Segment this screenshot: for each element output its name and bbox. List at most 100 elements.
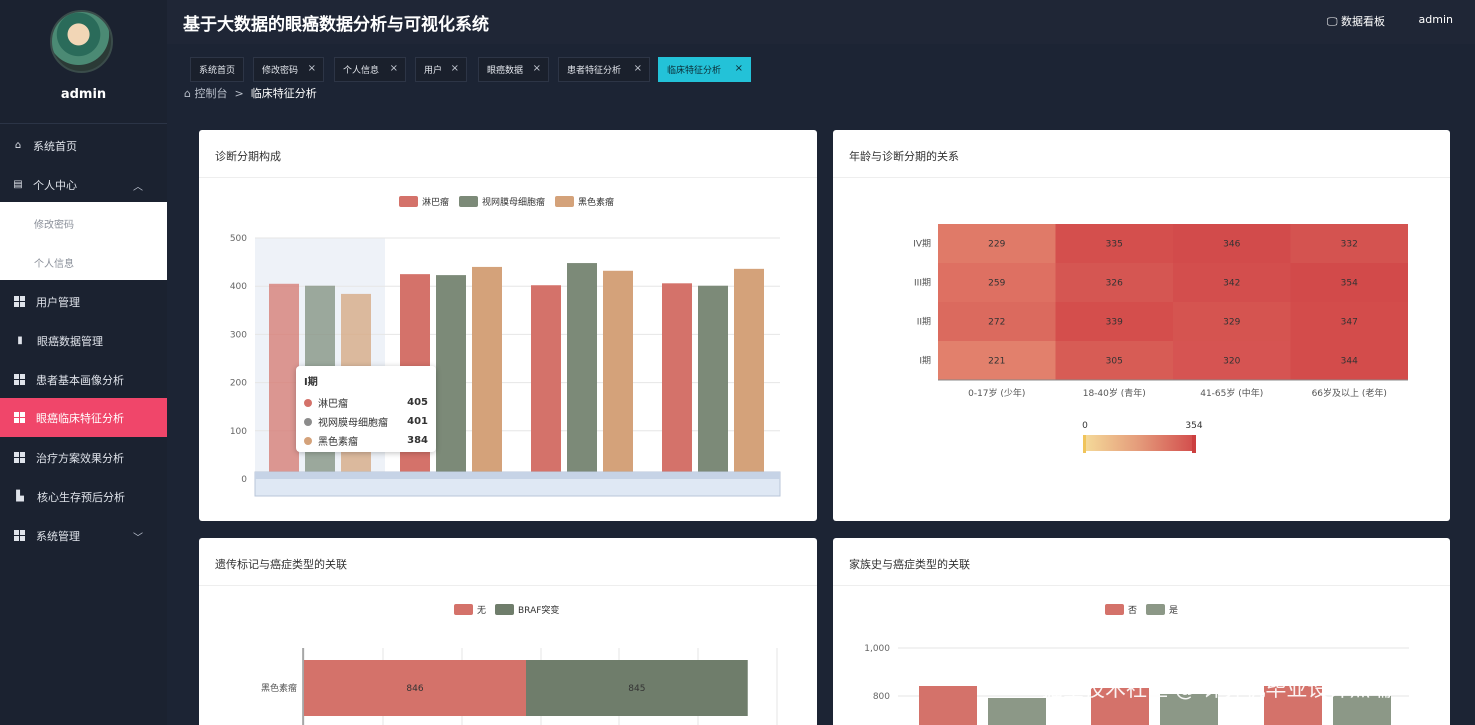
visualmap-bar[interactable] [1083, 435, 1196, 451]
grid-icon [14, 530, 25, 541]
bar[interactable] [988, 698, 1046, 725]
bar[interactable] [698, 285, 728, 479]
cell-value: 344 [1341, 357, 1358, 367]
tooltip-name: 淋巴瘤 [318, 399, 348, 410]
y-tick-label: III期 [914, 278, 931, 289]
submenu-item-info[interactable]: 个人信息 [34, 255, 74, 270]
y-tick-label: 400 [230, 282, 247, 292]
sidebar-item-label: 个人中心 [33, 178, 77, 192]
close-icon[interactable]: × [390, 63, 398, 74]
legend-label[interactable]: 是 [1169, 605, 1178, 616]
tab-info[interactable]: 个人信息 × [334, 57, 406, 82]
y-tick-label: I期 [919, 356, 931, 367]
legend-swatch[interactable] [495, 604, 514, 615]
sidebar-item-profile[interactable]: ▤ 个人中心 ︿ [0, 165, 167, 204]
bar[interactable] [567, 263, 597, 479]
legend-label[interactable]: 淋巴瘤 [422, 196, 449, 208]
sidebar-item-label: 眼癌数据管理 [37, 334, 103, 348]
legend-swatch[interactable] [459, 196, 478, 207]
submenu: 修改密码 个人信息 [0, 202, 167, 280]
tab-patient[interactable]: 患者特征分析 × [558, 57, 650, 82]
stacked-bar-chart: 无 BRAF突变 846 845 黑色素瘤 [261, 604, 778, 725]
tab-users[interactable]: 用户 × [415, 57, 467, 82]
legend-swatch[interactable] [454, 604, 473, 615]
legend-label[interactable]: 否 [1128, 605, 1137, 616]
legend-swatch[interactable] [555, 196, 574, 207]
legend-label[interactable]: BRAF突变 [518, 604, 559, 616]
bar[interactable] [734, 268, 764, 479]
tab-clinical[interactable]: 临床特征分析 × [658, 57, 751, 82]
sidebar-item-label: 眼癌临床特征分析 [36, 411, 124, 425]
legend-label[interactable]: 黑色素瘤 [578, 196, 614, 208]
sidebar-username: admin [60, 87, 107, 102]
close-icon[interactable]: × [735, 63, 743, 74]
legend-swatch[interactable] [399, 196, 418, 207]
bar[interactable] [662, 283, 692, 479]
close-icon[interactable]: × [308, 63, 316, 74]
tab-label: 患者特征分析 [567, 66, 622, 76]
close-icon[interactable]: × [451, 63, 459, 74]
cell-value: 229 [988, 240, 1005, 250]
bar[interactable] [472, 266, 502, 479]
chart-icon: ▮ [17, 334, 23, 346]
user-menu[interactable]: admin [1419, 13, 1453, 26]
home-icon: ⌂ [184, 87, 191, 100]
tab-label: 眼癌数据 [487, 66, 524, 76]
cell-value: 329 [1223, 318, 1240, 328]
y-tick-label: 0 [241, 475, 247, 485]
sidebar-item-survival[interactable]: ▙ 核心生存预后分析 [0, 477, 167, 516]
y-tick-label: 300 [230, 330, 247, 340]
sidebar-item-home[interactable]: ⌂ 系统首页 [0, 126, 167, 165]
cell-value: 326 [1106, 279, 1123, 289]
top-bar: 基于大数据的眼癌数据分析与可视化系统 🖵 数据看板 admin [167, 0, 1475, 44]
sidebar-item-clinical[interactable]: 眼癌临床特征分析 [0, 398, 167, 437]
visualmap-max: 354 [1185, 421, 1202, 431]
close-icon[interactable]: × [634, 63, 642, 74]
sidebar-item-treatment[interactable]: 治疗方案效果分析 [0, 438, 167, 477]
legend-label[interactable]: 视网膜母细胞瘤 [482, 196, 545, 208]
cell-value: 332 [1341, 240, 1358, 250]
tab-eyedata[interactable]: 眼癌数据 × [478, 57, 549, 82]
tab-label: 临床特征分析 [667, 66, 722, 76]
watermark: 掘金技术社区 @ 计算机毕业设计杰瑞 [1042, 677, 1392, 701]
bar[interactable] [531, 285, 561, 479]
x-tick-label: 41-65岁 (中年) [1200, 387, 1263, 399]
sidebar-item-patient[interactable]: 患者基本画像分析 [0, 360, 167, 399]
tab-label: 用户 [424, 66, 443, 76]
tooltip-value: 405 [407, 397, 428, 408]
dashboard-link[interactable]: 🖵 数据看板 [1327, 13, 1385, 29]
avatar[interactable] [50, 10, 113, 73]
cell-value: 272 [988, 318, 1005, 328]
y-tick-label: IV期 [913, 239, 931, 250]
legend-swatch[interactable] [1105, 604, 1124, 615]
bar-chart: 淋巴瘤视网膜母细胞瘤黑色素瘤 0100200300400500 I期II期III… [230, 196, 781, 497]
bar[interactable] [919, 686, 977, 725]
tab-label: 个人信息 [343, 66, 380, 76]
legend-swatch[interactable] [1146, 604, 1165, 615]
tab-home[interactable]: 系统首页 [190, 57, 244, 82]
submenu-item-password[interactable]: 修改密码 [34, 216, 74, 231]
close-icon[interactable]: × [533, 63, 541, 74]
sidebar-item-label: 系统管理 [36, 529, 80, 543]
sidebar-item-label: 系统首页 [33, 139, 77, 153]
dot-icon [304, 398, 312, 407]
sidebar-item-label: 用户管理 [36, 295, 80, 309]
visualmap-handle-min[interactable] [1083, 435, 1086, 453]
breadcrumb-home[interactable]: 控制台 [194, 87, 227, 100]
tab-label: 系统首页 [199, 66, 236, 76]
datazoom-handle-bar[interactable] [255, 472, 780, 479]
cell-value: 346 [1223, 240, 1240, 250]
sidebar-item-system[interactable]: 系统管理 ﹀ [0, 516, 167, 555]
app-title: 基于大数据的眼癌数据分析与可视化系统 [183, 15, 489, 35]
bar[interactable] [269, 283, 299, 479]
visualmap-handle-max[interactable] [1192, 435, 1196, 453]
sidebar-item-label: 治疗方案效果分析 [36, 451, 124, 465]
sidebar-item-users[interactable]: 用户管理 [0, 282, 167, 321]
tab-password[interactable]: 修改密码 × [253, 57, 324, 82]
tooltip-title: I期 [304, 377, 318, 388]
bar[interactable] [603, 270, 633, 479]
legend-label[interactable]: 无 [477, 605, 486, 616]
tooltip-name: 视网膜母细胞瘤 [318, 418, 388, 429]
sidebar-item-data[interactable]: ▮ 眼癌数据管理 [0, 321, 167, 360]
bar[interactable] [436, 275, 466, 479]
